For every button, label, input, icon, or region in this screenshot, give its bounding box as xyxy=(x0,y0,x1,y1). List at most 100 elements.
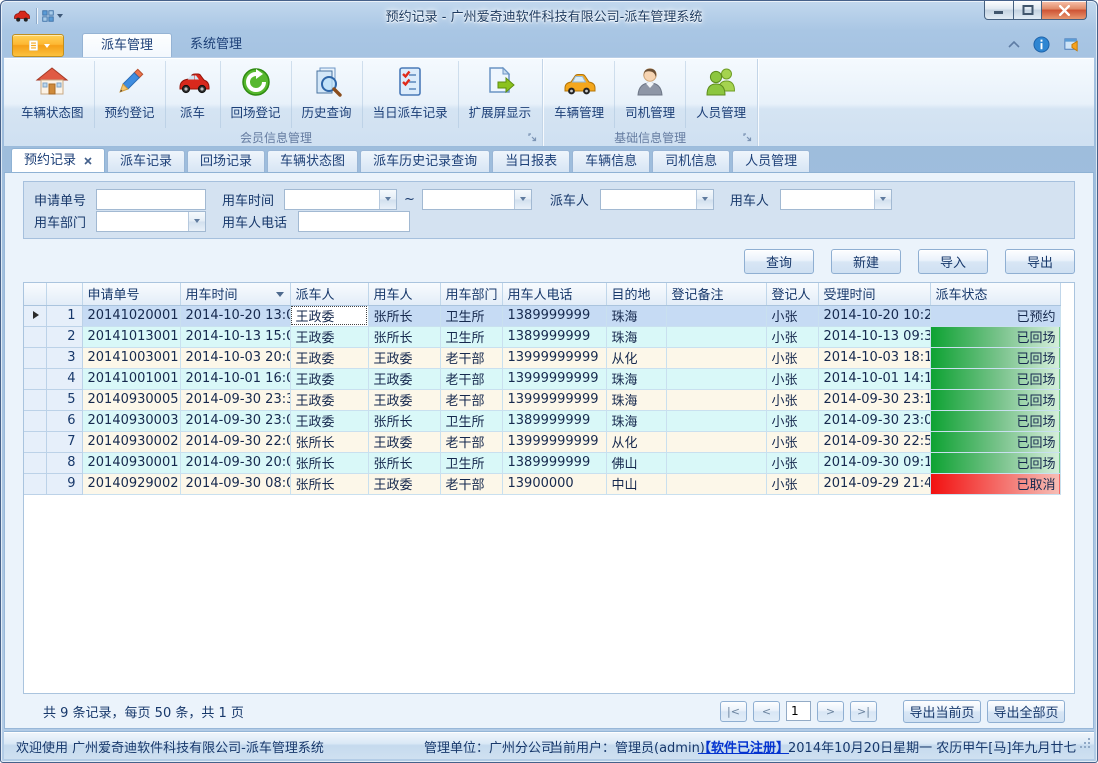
ribbon-button-personnel-management[interactable]: 人员管理 xyxy=(685,61,756,128)
info-icon[interactable] xyxy=(1033,36,1050,53)
row-number-cell[interactable]: 9 xyxy=(46,473,82,494)
last-page-button[interactable]: >| xyxy=(850,701,877,722)
row-indicator-cell[interactable] xyxy=(24,368,46,389)
doc-tab-return-records[interactable]: 回场记录 xyxy=(187,150,265,172)
grid-cell-dispatcher[interactable]: 王政委 xyxy=(290,305,368,326)
grid-cell-dispatch-status[interactable]: 已回场 xyxy=(930,347,1060,368)
row-number-cell[interactable]: 4 xyxy=(46,368,82,389)
grid-cell-destination[interactable]: 珠海 xyxy=(606,326,666,347)
grid-cell-destination[interactable]: 珠海 xyxy=(606,368,666,389)
row-indicator-cell[interactable] xyxy=(24,347,46,368)
skin-icon[interactable] xyxy=(1063,36,1080,53)
combo-dropdown-button[interactable] xyxy=(874,190,891,209)
grid-cell-use-time[interactable]: 2014-09-30 23:00 xyxy=(180,410,290,431)
grid-cell-dispatch-status[interactable]: 已回场 xyxy=(930,410,1060,431)
grid-cell-request-no[interactable]: 20141003001 xyxy=(82,347,180,368)
grid-cell-register-note[interactable] xyxy=(666,305,766,326)
row-number-cell[interactable]: 1 xyxy=(46,305,82,326)
row-indicator-cell[interactable] xyxy=(24,326,46,347)
grid-cell-registrant[interactable]: 小张 xyxy=(766,326,818,347)
grid-cell-dispatch-status[interactable]: 已回场 xyxy=(930,452,1060,473)
row-number-cell[interactable]: 6 xyxy=(46,410,82,431)
grid-cell-destination[interactable]: 中山 xyxy=(606,473,666,494)
grid-cell-dispatcher[interactable]: 张所长 xyxy=(290,431,368,452)
grid-cell-registrant[interactable]: 小张 xyxy=(766,347,818,368)
grid-cell-accept-time[interactable]: 2014-10-01 14:19 xyxy=(818,368,930,389)
grid-cell-registrant[interactable]: 小张 xyxy=(766,389,818,410)
grid-cell-dispatcher[interactable]: 王政委 xyxy=(290,410,368,431)
grid-cell-user[interactable]: 王政委 xyxy=(368,473,440,494)
grid-cell-destination[interactable]: 珠海 xyxy=(606,305,666,326)
grid-header-user[interactable]: 用车人 xyxy=(368,283,440,305)
grid-cell-register-note[interactable] xyxy=(666,431,766,452)
ribbon-button-today-dispatch-records[interactable]: 当日派车记录 xyxy=(362,61,458,128)
grid-cell-use-dept[interactable]: 老干部 xyxy=(440,431,502,452)
grid-cell-dispatch-status[interactable]: 已取消 xyxy=(930,473,1060,494)
search-combo-use-time-from[interactable] xyxy=(284,189,397,210)
grid-cell-use-dept[interactable]: 卫生所 xyxy=(440,305,502,326)
grid-cell-use-time[interactable]: 2014-09-30 22:00 xyxy=(180,431,290,452)
combo-dropdown-button[interactable] xyxy=(696,190,713,209)
grid-cell-use-dept[interactable]: 卫生所 xyxy=(440,410,502,431)
ribbon-button-vehicle-status-map[interactable]: 车辆状态图 xyxy=(11,61,94,128)
search-input-user-phone[interactable] xyxy=(298,211,410,232)
grid-cell-user[interactable]: 王政委 xyxy=(368,389,440,410)
minimize-button[interactable] xyxy=(984,1,1014,20)
grid-cell-user[interactable]: 张所长 xyxy=(368,410,440,431)
grid-cell-request-no[interactable]: 20141020001 xyxy=(82,305,180,326)
grid-cell-use-dept[interactable]: 卫生所 xyxy=(440,326,502,347)
search-combo-user[interactable] xyxy=(780,189,892,210)
grid-cell-user[interactable]: 张所长 xyxy=(368,452,440,473)
grid-cell-dispatcher[interactable]: 王政委 xyxy=(290,326,368,347)
grid-cell-accept-time[interactable]: 2014-10-03 18:11 xyxy=(818,347,930,368)
grid-cell-user-phone[interactable]: 13900000 xyxy=(502,473,606,494)
grid-cell-register-note[interactable] xyxy=(666,347,766,368)
ribbon-button-return-register[interactable]: 回场登记 xyxy=(220,61,291,128)
doc-tab-dispatch-records[interactable]: 派车记录 xyxy=(107,150,185,172)
row-number-cell[interactable]: 3 xyxy=(46,347,82,368)
grid-cell-use-dept[interactable]: 老干部 xyxy=(440,473,502,494)
grid-cell-register-note[interactable] xyxy=(666,326,766,347)
grid-cell-use-time[interactable]: 2014-10-03 20:00 xyxy=(180,347,290,368)
grid-cell-user-phone[interactable]: 1389999999 xyxy=(502,305,606,326)
grid-cell-accept-time[interactable]: 2014-09-30 09:17 xyxy=(818,452,930,473)
row-indicator-cell[interactable] xyxy=(24,389,46,410)
grid-cell-dispatcher[interactable]: 王政委 xyxy=(290,389,368,410)
grid-cell-use-dept[interactable]: 老干部 xyxy=(440,347,502,368)
grid-cell-dispatcher[interactable]: 张所长 xyxy=(290,452,368,473)
grid-cell-destination[interactable]: 从化 xyxy=(606,347,666,368)
search-combo-input-use-dept[interactable] xyxy=(97,212,188,231)
grid-cell-accept-time[interactable]: 2014-10-13 09:34 xyxy=(818,326,930,347)
query-button[interactable]: 查询 xyxy=(744,249,814,274)
grid-header-register-note[interactable]: 登记备注 xyxy=(666,283,766,305)
sort-dropdown-icon[interactable] xyxy=(276,292,284,297)
ribbon-button-history-query[interactable]: 历史查询 xyxy=(291,61,362,128)
grid-cell-registrant[interactable]: 小张 xyxy=(766,431,818,452)
search-combo-input-user[interactable] xyxy=(781,190,874,209)
grid-cell-destination[interactable]: 珠海 xyxy=(606,389,666,410)
row-indicator-cell[interactable] xyxy=(24,431,46,452)
grid-cell-dispatcher[interactable]: 王政委 xyxy=(290,347,368,368)
next-page-button[interactable]: > xyxy=(817,701,844,722)
dialog-launcher-icon[interactable] xyxy=(527,132,538,143)
grid-cell-request-no[interactable]: 20140929002 xyxy=(82,473,180,494)
grid-header-destination[interactable]: 目的地 xyxy=(606,283,666,305)
grid-cell-register-note[interactable] xyxy=(666,473,766,494)
grid-cell-destination[interactable]: 珠海 xyxy=(606,410,666,431)
grid-header-user-phone[interactable]: 用车人电话 xyxy=(502,283,606,305)
grid-cell-registrant[interactable]: 小张 xyxy=(766,305,818,326)
search-combo-input-use-time-from[interactable] xyxy=(285,190,379,209)
grid-cell-destination[interactable]: 从化 xyxy=(606,431,666,452)
grid-cell-user-phone[interactable]: 1389999999 xyxy=(502,410,606,431)
grid-cell-request-no[interactable]: 20140930003 xyxy=(82,410,180,431)
maximize-button[interactable] xyxy=(1014,1,1042,20)
ribbon-button-driver-management[interactable]: 司机管理 xyxy=(614,61,685,128)
row-number-cell[interactable]: 2 xyxy=(46,326,82,347)
grid-cell-registrant[interactable]: 小张 xyxy=(766,452,818,473)
grid-cell-request-no[interactable]: 20141013001 xyxy=(82,326,180,347)
grid-cell-registrant[interactable]: 小张 xyxy=(766,410,818,431)
search-combo-use-dept[interactable] xyxy=(96,211,206,232)
grid-cell-use-time[interactable]: 2014-10-01 16:00 xyxy=(180,368,290,389)
grid-cell-user[interactable]: 王政委 xyxy=(368,368,440,389)
collapse-ribbon-icon[interactable] xyxy=(1008,41,1020,48)
